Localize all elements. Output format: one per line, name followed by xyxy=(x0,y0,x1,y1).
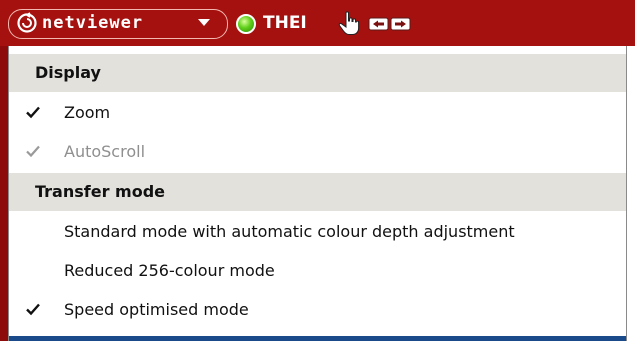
chevron-down-icon[interactable] xyxy=(197,18,211,28)
app-window-edge xyxy=(0,46,8,341)
menu-item-standard-mode[interactable]: Standard mode with automatic colour dept… xyxy=(9,212,626,251)
transfer-icon[interactable] xyxy=(368,16,412,32)
menu-item-label: Zoom xyxy=(64,103,111,122)
checkmark-icon xyxy=(26,303,40,316)
host-label: THEI xyxy=(263,13,307,33)
menu-item-reduced-256-colour-mode[interactable]: Reduced 256-colour mode xyxy=(9,251,626,290)
menu-item-label: Standard mode with automatic colour dept… xyxy=(64,222,515,241)
netviewer-session-window: netviewer THEI Display Zoom AutoScroll T… xyxy=(0,0,635,341)
section-title: Display xyxy=(35,63,101,82)
section-header-display: Display xyxy=(9,54,626,92)
netviewer-logo-icon xyxy=(17,12,37,33)
menu-item-zoom[interactable]: Zoom xyxy=(9,93,626,132)
menu-item-label: Reduced 256-colour mode xyxy=(64,261,275,280)
app-name: netviewer xyxy=(42,13,144,33)
menu-item-speed-optimised-mode[interactable]: Speed optimised mode xyxy=(9,290,626,329)
menu-item-label: Speed optimised mode xyxy=(64,300,249,319)
checkmark-icon xyxy=(26,145,40,158)
status-online-icon xyxy=(236,14,256,34)
menu-item-label: AutoScroll xyxy=(64,142,146,161)
toolbar: netviewer THEI xyxy=(0,0,635,46)
checkmark-icon xyxy=(26,106,40,119)
section-header-transfer-mode: Transfer mode xyxy=(9,173,626,211)
netviewer-dropdown-menu: Display Zoom AutoScroll Transfer mode St… xyxy=(8,46,627,341)
section-title: Transfer mode xyxy=(35,182,165,201)
menu-item-autoscroll[interactable]: AutoScroll xyxy=(9,132,626,171)
hand-pointer-icon[interactable] xyxy=(337,10,361,36)
background-window-strip xyxy=(9,336,626,341)
